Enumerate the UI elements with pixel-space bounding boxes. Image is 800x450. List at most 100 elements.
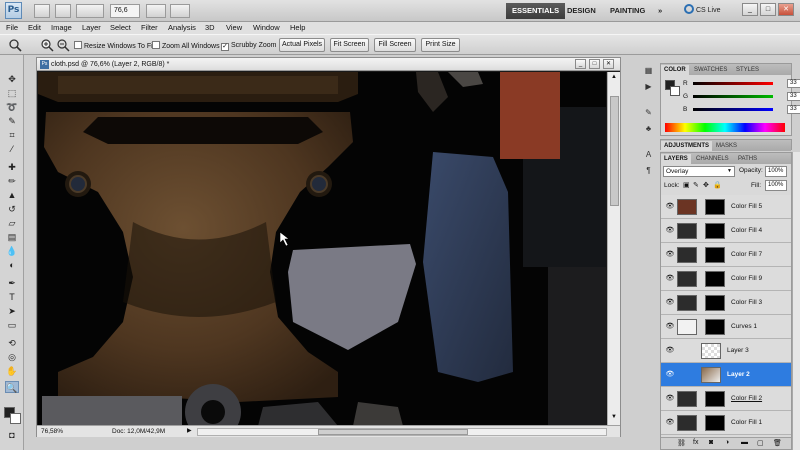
type-tool-icon[interactable]: T [5, 291, 19, 303]
color-bg-swatch[interactable] [670, 86, 680, 96]
tab-layers[interactable]: LAYERS [661, 154, 691, 164]
lock-position-icon[interactable]: ✥ [703, 181, 709, 189]
eraser-tool-icon[interactable]: ▱ [5, 217, 19, 229]
visibility-eye-icon[interactable]: 👁 [665, 419, 675, 427]
layer-row[interactable]: 👁 Color Fill 2 [661, 387, 791, 411]
cs-live-button[interactable]: CS Live [684, 4, 721, 18]
tab-styles[interactable]: STYLES [733, 65, 762, 75]
minimize-button[interactable]: _ [742, 3, 758, 16]
new-group-icon[interactable]: ▬ [741, 439, 748, 446]
menu-select[interactable]: Select [110, 22, 131, 34]
doc-maximize-button[interactable]: □ [589, 59, 600, 69]
tab-channels[interactable]: CHANNELS [693, 154, 732, 164]
blue-value-field[interactable]: 33 [787, 105, 800, 114]
layer-row[interactable]: 👁 Color Fill 5 [661, 195, 791, 219]
marquee-tool-icon[interactable]: ⬚ [5, 87, 19, 99]
new-layer-icon[interactable]: ▢ [757, 439, 764, 447]
horizontal-scroll-thumb[interactable] [318, 429, 468, 435]
status-menu-arrow-icon[interactable]: ▶ [187, 426, 192, 437]
workspace-essentials[interactable]: ESSENTIALS [506, 3, 566, 19]
menu-window[interactable]: Window [253, 22, 280, 34]
zoom-all-windows-checkbox[interactable]: Zoom All Windows [152, 41, 220, 51]
color-ramp[interactable] [665, 123, 785, 132]
quick-mask-icon[interactable]: ◘ [5, 429, 19, 441]
visibility-eye-icon[interactable]: 👁 [665, 203, 675, 211]
fill-screen-button[interactable]: Fill Screen [374, 38, 416, 52]
visibility-eye-icon[interactable]: 👁 [665, 395, 675, 403]
vertical-scroll-thumb[interactable] [610, 96, 619, 206]
horizontal-scrollbar[interactable] [197, 428, 607, 436]
add-mask-icon[interactable]: ◙ [709, 439, 713, 446]
hand-tool-icon[interactable]: ✋ [5, 365, 19, 377]
crop-tool-icon[interactable]: ⌗ [5, 129, 19, 141]
menu-filter[interactable]: Filter [141, 22, 158, 34]
blend-mode-select[interactable]: Overlay ▼ [663, 166, 735, 177]
layer-row[interactable]: 👁 Color Fill 4 [661, 219, 791, 243]
menu-edit[interactable]: Edit [28, 22, 41, 34]
dodge-tool-icon[interactable]: ◐ [5, 259, 19, 271]
shape-tool-icon[interactable]: ▭ [5, 319, 19, 331]
link-layers-icon[interactable]: ⛓ [677, 439, 686, 447]
layer-row[interactable]: 👁 Curves 1 [661, 315, 791, 339]
doc-minimize-button[interactable]: _ [575, 59, 586, 69]
layer-row[interactable]: 👁 Color Fill 9 [661, 267, 791, 291]
visibility-eye-icon[interactable]: 👁 [665, 371, 675, 379]
zoom-status[interactable]: 76,58% [41, 426, 63, 437]
layer-row[interactable]: 👁 Color Fill 7 [661, 243, 791, 267]
visibility-eye-icon[interactable]: 👁 [665, 251, 675, 259]
green-slider[interactable] [693, 95, 773, 98]
menu-image[interactable]: Image [51, 22, 72, 34]
maximize-button[interactable]: □ [760, 3, 776, 16]
brush-tool-icon[interactable]: ✏ [5, 175, 19, 187]
print-size-button[interactable]: Print Size [421, 38, 460, 52]
scrubby-zoom-checkbox[interactable]: ✓ Scrubby Zoom [221, 41, 277, 51]
fit-screen-button[interactable]: Fit Screen [330, 38, 369, 52]
gradient-tool-icon[interactable]: ▤ [5, 231, 19, 243]
quick-select-tool-icon[interactable]: ✎ [5, 115, 19, 127]
zoom-tool-preset-icon[interactable] [8, 38, 24, 52]
visibility-eye-icon[interactable]: 👁 [665, 275, 675, 283]
fill-field[interactable]: 100% [765, 180, 787, 191]
visibility-eye-icon[interactable]: 👁 [665, 323, 675, 331]
scroll-down-icon[interactable]: ▼ [609, 414, 619, 422]
menu-3d[interactable]: 3D [205, 22, 215, 34]
layer-row[interactable]: 👁 Color Fill 1 [661, 411, 791, 435]
menu-layer[interactable]: Layer [82, 22, 101, 34]
launch-minibridge-button[interactable] [55, 4, 71, 18]
move-tool-icon[interactable]: ✥ [5, 73, 19, 85]
delete-layer-icon[interactable]: 🗑 [773, 439, 782, 447]
tab-swatches[interactable]: SWATCHES [691, 65, 730, 75]
visibility-eye-icon[interactable]: 👁 [665, 347, 675, 355]
workspace-design[interactable]: DESIGN [561, 3, 602, 19]
clone-source-panel-icon[interactable]: ♣ [642, 123, 655, 135]
green-value-field[interactable]: 33 [787, 92, 800, 101]
actions-panel-icon[interactable]: ▶ [642, 81, 655, 93]
workspace-painting[interactable]: PAINTING [604, 3, 651, 19]
red-value-field[interactable]: 33 [787, 79, 800, 88]
canvas[interactable] [38, 72, 606, 426]
layer-row[interactable]: 👁 Color Fill 3 [661, 291, 791, 315]
history-panel-icon[interactable]: ▦ [642, 65, 655, 77]
lock-transparency-icon[interactable]: ▣ [683, 181, 690, 189]
layer-style-icon[interactable]: fx [693, 439, 698, 446]
layers-scrollbar[interactable] [792, 152, 800, 450]
blur-tool-icon[interactable]: 💧 [5, 245, 19, 257]
close-button[interactable]: ✕ [778, 3, 794, 16]
menu-view[interactable]: View [226, 22, 242, 34]
lock-image-icon[interactable]: ✎ [693, 181, 699, 189]
character-panel-icon[interactable]: A [642, 149, 655, 161]
path-selection-tool-icon[interactable]: ➤ [5, 305, 19, 317]
zoom-level-field[interactable]: 76,6 [110, 4, 140, 18]
background-color-swatch[interactable] [10, 413, 21, 424]
doc-close-button[interactable]: ✕ [603, 59, 614, 69]
paragraph-panel-icon[interactable]: ¶ [642, 165, 655, 177]
visibility-eye-icon[interactable]: 👁 [665, 299, 675, 307]
more-workspaces-icon[interactable]: » [652, 3, 668, 19]
lasso-tool-icon[interactable]: ➰ [5, 101, 19, 113]
clone-stamp-tool-icon[interactable]: ▲ [5, 189, 19, 201]
tab-adjustments[interactable]: ADJUSTMENTS [661, 141, 713, 151]
tab-color[interactable]: COLOR [661, 65, 689, 75]
screen-mode-button[interactable] [170, 4, 190, 18]
vertical-scrollbar[interactable]: ▲ ▼ [607, 72, 620, 426]
pen-tool-icon[interactable]: ✒ [5, 277, 19, 289]
